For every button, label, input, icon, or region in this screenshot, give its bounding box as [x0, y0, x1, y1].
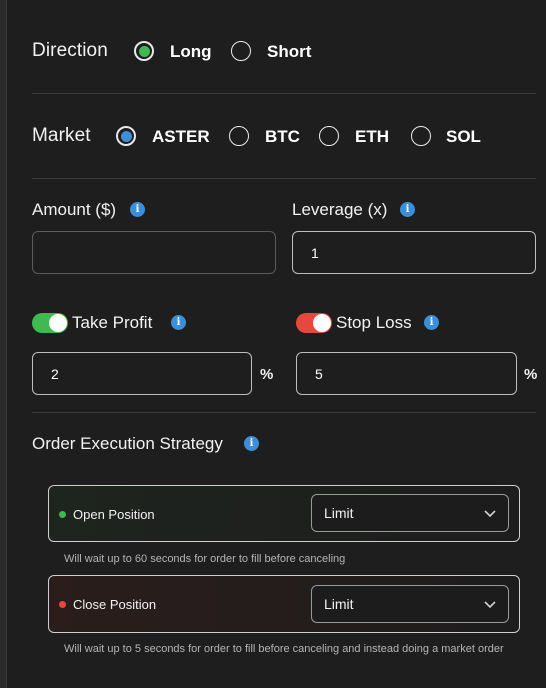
- stop-loss-input[interactable]: 5: [296, 352, 517, 395]
- leverage-input[interactable]: 1: [292, 231, 536, 274]
- close-position-label: Close Position: [73, 597, 157, 612]
- left-scroll-rail: [0, 0, 7, 688]
- open-position-label: Open Position: [73, 507, 155, 522]
- leverage-label: Leverage (x): [292, 200, 388, 219]
- divider: [32, 178, 536, 179]
- close-status-dot: [59, 601, 66, 608]
- close-order-type-value: Limit: [324, 596, 354, 612]
- open-position-note: Will wait up to 60 seconds for order to …: [64, 553, 346, 565]
- take-profit-unit: %: [260, 366, 274, 383]
- info-icon[interactable]: i: [244, 436, 259, 451]
- market-sol-radio[interactable]: [411, 126, 431, 146]
- strategy-title: Order Execution Strategy: [32, 434, 223, 453]
- stop-loss-unit: %: [524, 366, 538, 383]
- direction-long-radio[interactable]: [134, 41, 154, 61]
- take-profit-label: Take Profit: [72, 313, 153, 332]
- divider: [32, 412, 536, 413]
- open-position-row: Open Position Limit: [48, 485, 520, 542]
- open-order-type-select[interactable]: Limit: [311, 494, 509, 532]
- market-btc-label[interactable]: BTC: [265, 127, 300, 147]
- direction-label: Direction: [32, 40, 108, 61]
- amount-input[interactable]: [32, 231, 276, 274]
- divider: [32, 93, 536, 94]
- direction-long-label[interactable]: Long: [170, 42, 212, 62]
- direction-short-label[interactable]: Short: [267, 42, 311, 62]
- amount-label: Amount ($): [32, 200, 117, 219]
- close-order-type-select[interactable]: Limit: [311, 585, 509, 623]
- info-icon[interactable]: i: [400, 202, 415, 217]
- info-icon[interactable]: i: [130, 202, 145, 217]
- market-aster-radio[interactable]: [116, 126, 136, 146]
- market-aster-label[interactable]: ASTER: [152, 127, 210, 147]
- open-status-dot: [59, 511, 66, 518]
- info-icon[interactable]: i: [171, 315, 186, 330]
- market-eth-label[interactable]: ETH: [355, 127, 389, 147]
- market-eth-radio[interactable]: [319, 126, 339, 146]
- market-label: Market: [32, 125, 91, 146]
- trade-form-panel: Direction Long Short Market ASTER BTC ET…: [32, 0, 538, 688]
- take-profit-toggle[interactable]: [32, 313, 68, 333]
- chevron-down-icon: [484, 510, 496, 518]
- open-order-type-value: Limit: [324, 505, 354, 521]
- market-btc-radio[interactable]: [229, 126, 249, 146]
- info-icon[interactable]: i: [424, 315, 439, 330]
- close-position-note: Will wait up to 5 seconds for order to f…: [64, 643, 504, 655]
- stop-loss-toggle[interactable]: [296, 313, 332, 333]
- market-sol-label[interactable]: SOL: [446, 127, 481, 147]
- close-position-row: Close Position Limit: [48, 575, 520, 633]
- stop-loss-label: Stop Loss: [336, 313, 412, 332]
- chevron-down-icon: [484, 601, 496, 609]
- take-profit-input[interactable]: 2: [32, 352, 252, 395]
- direction-short-radio[interactable]: [231, 41, 251, 61]
